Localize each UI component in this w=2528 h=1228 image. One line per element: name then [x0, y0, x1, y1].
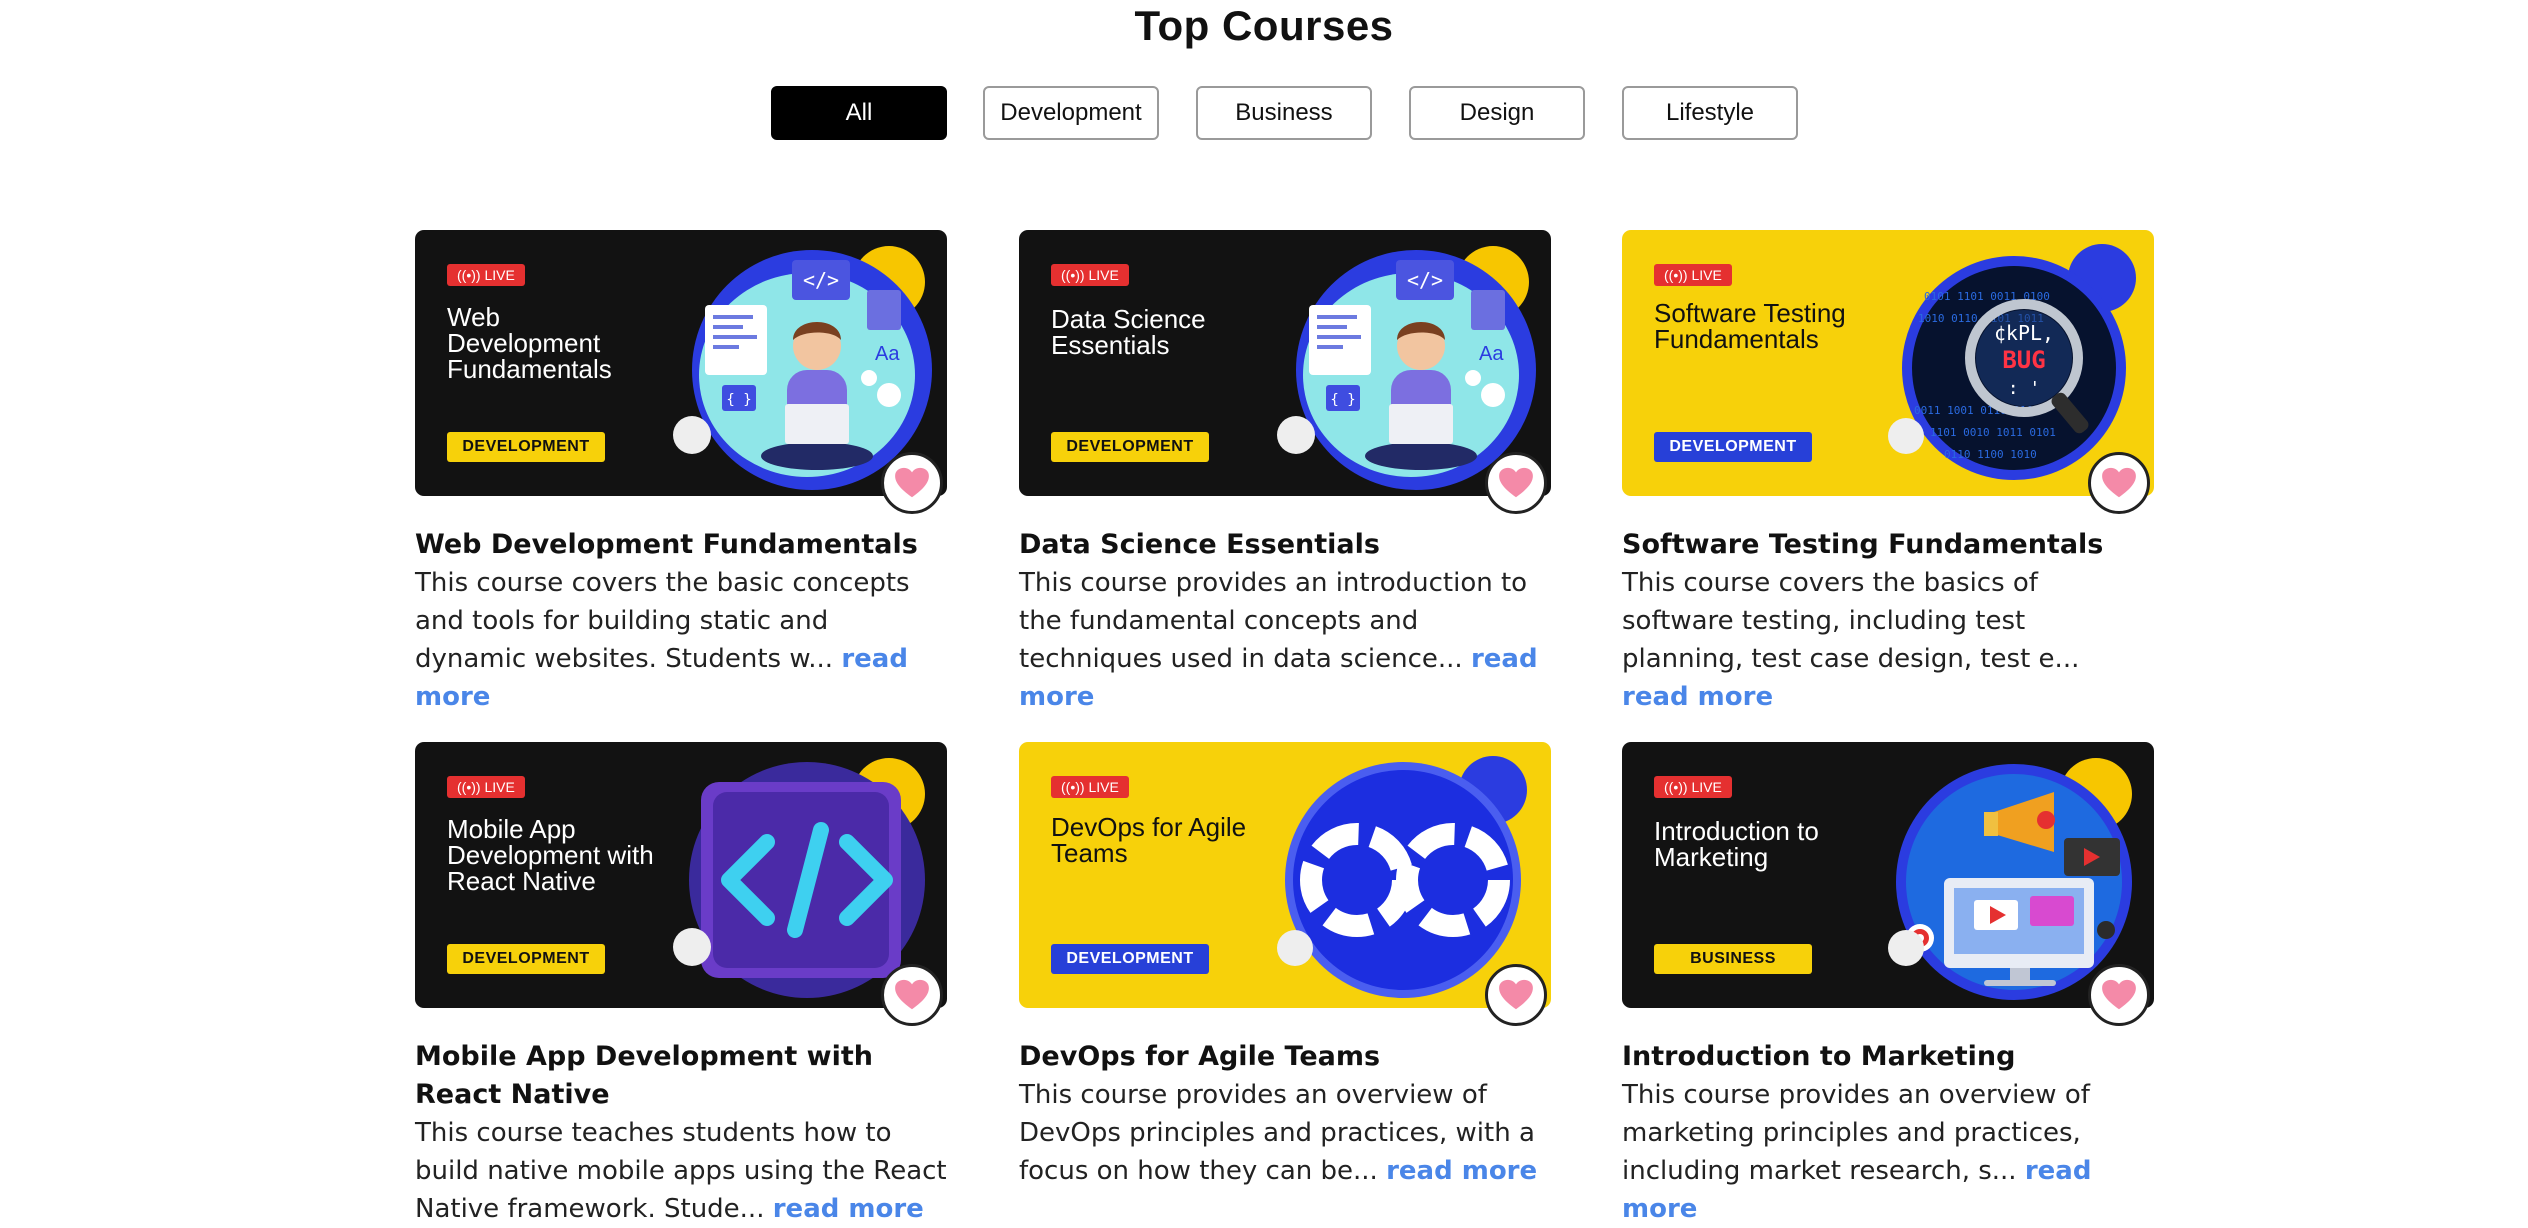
broadcast-icon: ((•))	[457, 779, 481, 795]
banner-title: DevOps for Agile Teams	[1051, 812, 1247, 868]
live-badge: ((•)) LIVE	[447, 264, 525, 286]
course-title[interactable]: Software Testing Fundamentals	[1622, 526, 2154, 564]
broadcast-icon: ((•))	[1061, 779, 1085, 795]
chat-bubble-icon	[1277, 416, 1315, 454]
category-tag: DEVELOPMENT	[1051, 432, 1209, 462]
live-badge: ((•)) LIVE	[1654, 776, 1732, 798]
chat-bubble-icon	[673, 416, 711, 454]
banner-title: Web Development Fundamentals	[447, 302, 612, 384]
heart-icon	[2101, 979, 2137, 1011]
banner-title: Software Testing Fundamentals	[1654, 298, 1846, 354]
chat-bubble-icon	[1888, 418, 1924, 454]
broadcast-icon: ((•))	[1664, 267, 1688, 283]
live-badge: ((•)) LIVE	[447, 776, 525, 798]
category-tag: DEVELOPMENT	[447, 944, 605, 974]
course-banner[interactable]: ((•)) LIVE Introduction to Marketing BUS…	[1622, 742, 2154, 1008]
read-more-link[interactable]: read more	[773, 1194, 924, 1224]
read-more-link[interactable]: read more	[1386, 1156, 1537, 1186]
broadcast-icon: ((•))	[1061, 267, 1085, 283]
favorite-heart-button[interactable]	[881, 452, 943, 514]
course-description: This course teaches students how to buil…	[415, 1118, 947, 1224]
category-tag: DEVELOPMENT	[1051, 944, 1209, 974]
category-tag: BUSINESS	[1654, 944, 1812, 974]
chat-bubble-icon	[1888, 930, 1924, 966]
course-description: This course provides an introduction to …	[1019, 568, 1538, 712]
banner-title: Introduction to Marketing	[1654, 816, 1819, 872]
live-badge: ((•)) LIVE	[1051, 264, 1129, 286]
favorite-heart-button[interactable]	[2088, 964, 2150, 1026]
filter-design-button[interactable]: Design	[1409, 86, 1585, 140]
live-badge: ((•)) LIVE	[1654, 264, 1732, 286]
live-badge: ((•)) LIVE	[1051, 776, 1129, 798]
heart-icon	[894, 979, 930, 1011]
course-banner[interactable]: ((•)) LIVE Mobile App Development with R…	[415, 742, 947, 1008]
favorite-heart-button[interactable]	[1485, 964, 1547, 1026]
broadcast-icon: ((•))	[1664, 779, 1688, 795]
heart-icon	[1498, 467, 1534, 499]
course-banner[interactable]: ((•)) LIVE Software Testing Fundamentals…	[1622, 230, 2154, 496]
course-description: This course covers the basic concepts an…	[415, 568, 910, 712]
filter-development-button[interactable]: Development	[983, 86, 1159, 140]
course-description: This course provides an overview of DevO…	[1019, 1080, 1538, 1186]
category-tag: DEVELOPMENT	[447, 432, 605, 462]
chat-bubble-icon	[1277, 930, 1313, 966]
filter-all-button[interactable]: All	[771, 86, 947, 140]
course-title[interactable]: DevOps for Agile Teams	[1019, 1038, 1551, 1076]
category-filter-bar: All Development Business Design Lifestyl…	[0, 86, 2528, 142]
favorite-heart-button[interactable]	[2088, 452, 2150, 514]
page-title: Top Courses	[1134, 2, 1394, 49]
banner-title: Mobile App Development with React Native	[447, 814, 654, 896]
category-tag: DEVELOPMENT	[1654, 432, 1812, 462]
course-title[interactable]: Mobile App Development with React Native	[415, 1038, 947, 1114]
chat-bubble-icon	[673, 928, 711, 966]
course-title[interactable]: Introduction to Marketing	[1622, 1038, 2154, 1076]
favorite-heart-button[interactable]	[1485, 452, 1547, 514]
filter-lifestyle-button[interactable]: Lifestyle	[1622, 86, 1798, 140]
broadcast-icon: ((•))	[457, 267, 481, 283]
filter-business-button[interactable]: Business	[1196, 86, 1372, 140]
banner-title: Data Science Essentials	[1051, 304, 1206, 360]
heart-icon	[2101, 467, 2137, 499]
course-title[interactable]: Web Development Fundamentals	[415, 526, 947, 564]
heart-icon	[1498, 979, 1534, 1011]
heart-icon	[894, 467, 930, 499]
course-description: This course covers the basics of softwar…	[1622, 568, 2080, 712]
course-description: This course provides an overview of mark…	[1622, 1080, 2092, 1224]
favorite-heart-button[interactable]	[881, 964, 943, 1026]
course-title[interactable]: Data Science Essentials	[1019, 526, 1551, 564]
course-banner[interactable]: ((•)) LIVE Web Development Fundamentals …	[415, 230, 947, 496]
course-banner[interactable]: ((•)) LIVE DevOps for Agile Teams DEVELO…	[1019, 742, 1551, 1008]
course-banner[interactable]: ((•)) LIVE Data Science Essentials DEVEL…	[1019, 230, 1551, 496]
read-more-link[interactable]: read more	[1622, 682, 1773, 712]
